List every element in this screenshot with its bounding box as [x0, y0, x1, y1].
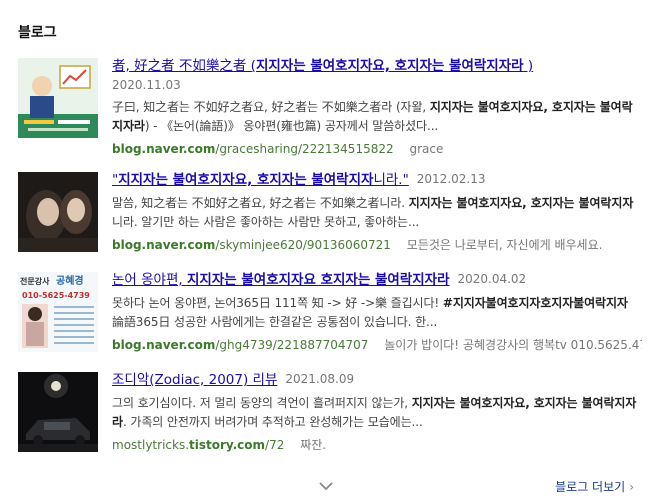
- chevron-right-icon: ›: [629, 480, 634, 494]
- thumb-label: 전문강사: [20, 276, 50, 286]
- result-url[interactable]: mostlytricks.tistory.com/72: [112, 438, 284, 452]
- chevron-down-icon[interactable]: [318, 478, 334, 492]
- blog-more-link[interactable]: 블로그 더보기 ›: [555, 478, 634, 495]
- result-snippet: 못하다 논어 옹야편, 논어365日 111쪽 知 -> 好 ->樂 즐깁시다!…: [112, 296, 628, 329]
- result-thumbnail[interactable]: [18, 372, 98, 452]
- result-snippet: 그의 호기심이다. 저 멀리 동양의 격언이 흘려퍼지지 않는가, 지지자는 불…: [112, 396, 637, 429]
- result-snippet: 말씀, 知之者는 不如好之者요, 好之者는 不如樂之者니라. 지지자는 불여호지…: [112, 196, 634, 229]
- result-url[interactable]: blog.naver.com/gracesharing/222134515822: [112, 142, 394, 156]
- thumb-name: 공혜경: [56, 274, 84, 287]
- result-author[interactable]: 놀이가 밥이다! 공혜경강사의 행복tv 010.5625.4739: [384, 338, 642, 352]
- result-title-link[interactable]: "지지자는 불여호지자요, 호지자는 불여락지자니라.": [112, 172, 409, 188]
- result-author[interactable]: 짜잔.: [300, 438, 326, 452]
- result-snippet: 子曰, 知之者는 不如好之者요, 好之者는 不如樂之者라 (자왈, 지지자는 불…: [112, 100, 633, 133]
- result-date: 2020.11.03: [112, 78, 181, 92]
- result-date: 2020.04.02: [457, 272, 527, 286]
- result-url[interactable]: blog.naver.com/ghg4739/221887704707: [112, 338, 368, 352]
- result-thumbnail[interactable]: 전문강사 공혜경 010-5625-4739: [18, 272, 98, 352]
- result-url[interactable]: blog.naver.com/skyminjee620/90136060721: [112, 238, 391, 252]
- thumb-phone: 010-5625-4739: [22, 291, 90, 300]
- result-thumbnail[interactable]: [18, 172, 98, 252]
- section-title: 블로그: [18, 25, 57, 41]
- result-thumbnail[interactable]: [18, 58, 98, 138]
- result-date: 2012.02.13: [416, 172, 486, 186]
- result-author[interactable]: grace: [409, 142, 443, 156]
- result-title-link[interactable]: 조디악(Zodiac, 2007) 리뷰: [112, 372, 277, 388]
- result-author[interactable]: 모든것은 나로부터, 자신에게 배우세요.: [407, 238, 603, 252]
- result-date: 2021.08.09: [285, 372, 355, 386]
- result-title-link[interactable]: 者, 好之者 不如樂之者 (지지자는 불여호지자요, 호지자는 불여락지자라 ): [112, 58, 533, 74]
- result-title-link[interactable]: 논어 옹야편, 지지자는 불여호지자요 호지자는 불여락지자라: [112, 272, 449, 288]
